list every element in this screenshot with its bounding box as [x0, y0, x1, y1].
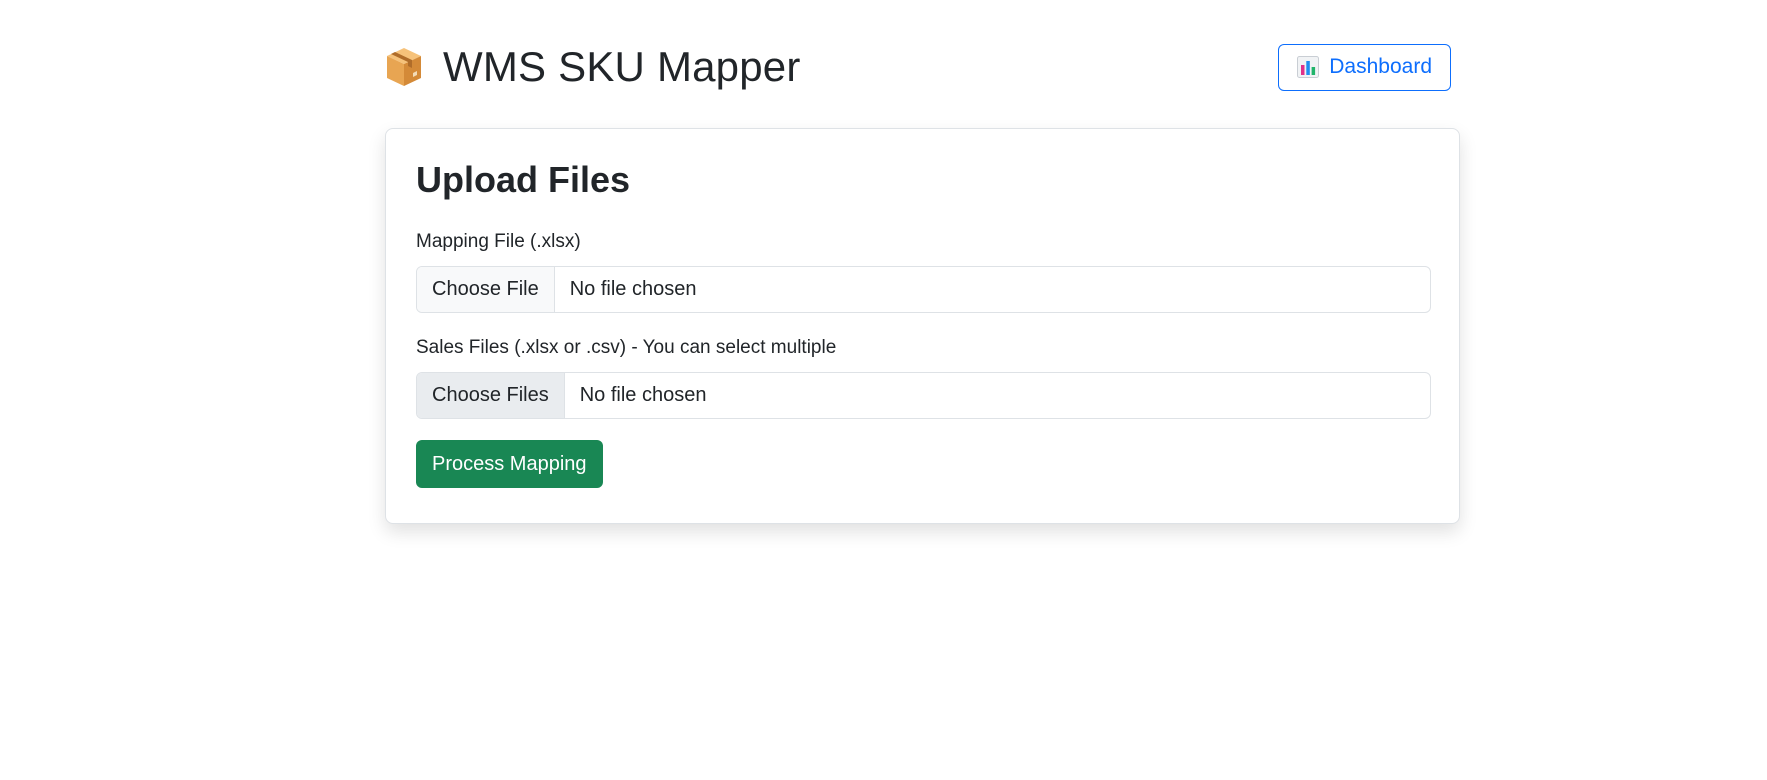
sales-files-input[interactable]: Choose Files No file chosen [416, 372, 1431, 419]
dashboard-label: Dashboard [1329, 55, 1432, 78]
upload-card: Upload Files Mapping File (.xlsx) Choose… [385, 128, 1460, 524]
bar-chart-icon [1297, 56, 1320, 78]
choose-sales-files-button[interactable]: Choose Files [417, 373, 565, 418]
sales-files-label: Sales Files (.xlsx or .csv) - You can se… [416, 337, 837, 358]
brand: WMS SKU Mapper [385, 43, 801, 91]
process-mapping-button[interactable]: Process Mapping [416, 440, 603, 488]
header: WMS SKU Mapper Dashboard [385, 38, 1451, 96]
mapping-file-input[interactable]: Choose File No file chosen [416, 266, 1431, 313]
mapping-file-label: Mapping File (.xlsx) [416, 231, 581, 252]
mapping-file-status: No file chosen [569, 278, 697, 300]
choose-mapping-file-button[interactable]: Choose File [417, 267, 555, 312]
app-title: WMS SKU Mapper [443, 43, 801, 90]
dashboard-button[interactable]: Dashboard [1278, 43, 1451, 91]
page: WMS SKU Mapper Dashboard Upload Files Ma… [0, 0, 1767, 780]
package-icon [385, 46, 423, 88]
sales-files-status: No file chosen [579, 384, 707, 406]
card-title: Upload Files [416, 159, 631, 200]
